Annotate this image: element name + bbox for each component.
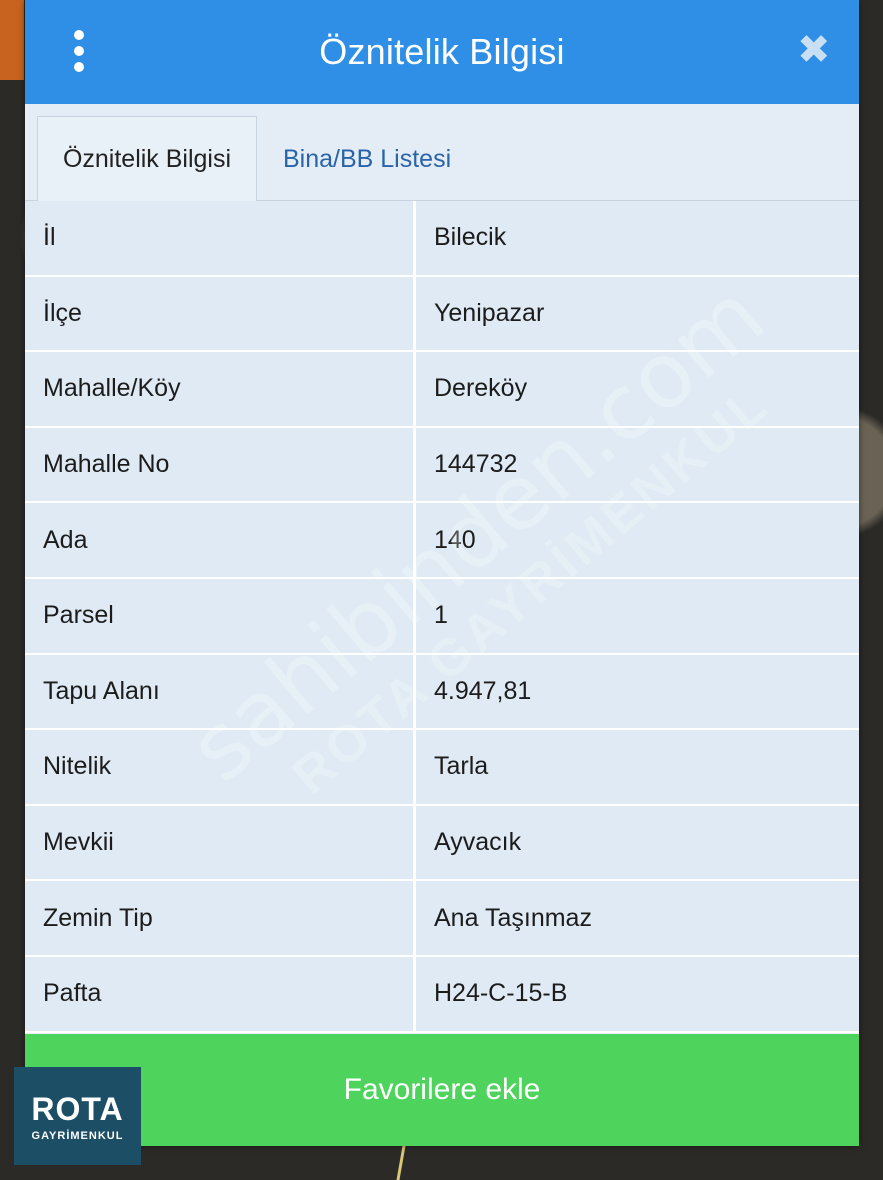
add-to-favorites-button[interactable]: Favorilere ekle xyxy=(25,1034,859,1146)
row-key: Mahalle No xyxy=(25,427,416,502)
tab-building-list[interactable]: Bina/BB Listesi xyxy=(263,116,471,202)
more-vertical-icon[interactable] xyxy=(69,30,89,72)
row-key: Zemin Tip xyxy=(25,881,416,955)
row-value: Yenipazar xyxy=(416,276,859,351)
row-key: Mevkii xyxy=(25,805,416,880)
table-row: Ada 140 xyxy=(25,503,859,579)
row-value: 1 xyxy=(416,578,859,653)
row-value: Bilecik xyxy=(416,201,859,275)
dialog-title: Öznitelik Bilgisi xyxy=(319,31,565,72)
row-key: Parsel xyxy=(25,578,416,653)
row-key: Nitelik xyxy=(25,730,416,804)
row-key: İlçe xyxy=(25,276,416,351)
table-row: Mevkii Ayvacık xyxy=(25,805,859,882)
row-value: 144732 xyxy=(416,427,859,502)
tab-bar: Öznitelik Bilgisi Bina/BB Listesi xyxy=(25,104,859,202)
row-value: 140 xyxy=(416,503,859,577)
table-row: Parsel 1 xyxy=(25,578,859,655)
table-row: İl Bilecik xyxy=(25,201,859,277)
table-row: İlçe Yenipazar xyxy=(25,276,859,353)
row-value: Tarla xyxy=(416,730,859,804)
row-value: Dereköy xyxy=(416,352,859,426)
tab-attribute-info[interactable]: Öznitelik Bilgisi xyxy=(37,116,257,202)
row-key: Tapu Alanı xyxy=(25,654,416,729)
attribute-info-dialog: Öznitelik Bilgisi ✖ Öznitelik Bilgisi Bi… xyxy=(25,0,859,1146)
table-row: Tapu Alanı 4.947,81 xyxy=(25,654,859,731)
row-key: Ada xyxy=(25,503,416,577)
table-row: Mahalle No 144732 xyxy=(25,427,859,504)
background-map-corner xyxy=(0,0,24,80)
logo-word: ROTA xyxy=(31,1090,124,1127)
table-row: Zemin Tip Ana Taşınmaz xyxy=(25,881,859,957)
close-icon[interactable]: ✖ xyxy=(797,30,831,70)
logo-subtitle: GAYRİMENKUL xyxy=(31,1129,124,1142)
map-parcel-line xyxy=(396,1140,564,1180)
table-row: Mahalle/Köy Dereköy xyxy=(25,352,859,428)
table-row: Pafta H24-C-15-B xyxy=(25,956,859,1033)
row-key: İl xyxy=(25,201,416,275)
row-key: Mahalle/Köy xyxy=(25,352,416,426)
table-row: Nitelik Tarla xyxy=(25,730,859,806)
rota-logo: ROTA GAYRİMENKUL xyxy=(14,1067,141,1165)
row-value: 4.947,81 xyxy=(416,654,859,729)
row-value: Ayvacık xyxy=(416,805,859,880)
row-value: H24-C-15-B xyxy=(416,956,859,1031)
row-value: Ana Taşınmaz xyxy=(416,881,859,955)
attribute-table: İl Bilecik İlçe Yenipazar Mahalle/Köy Dereköy… xyxy=(25,201,859,1033)
row-key: Pafta xyxy=(25,956,416,1031)
dialog-header: Öznitelik Bilgisi ✖ xyxy=(25,0,859,104)
